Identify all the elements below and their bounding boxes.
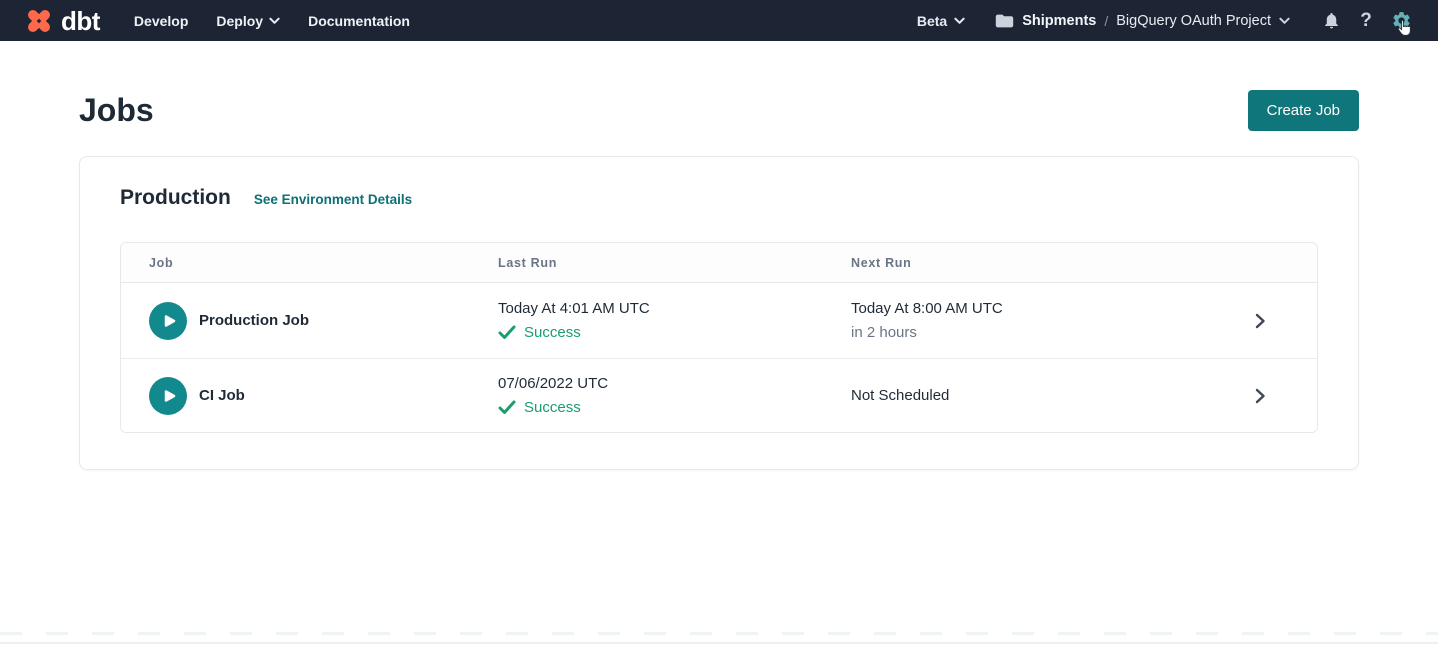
environment-header: Production See Environment Details xyxy=(120,184,1318,212)
dbt-logo-icon xyxy=(24,6,54,36)
nav-right-section: Beta Shipments / BigQuery OAuth Project xyxy=(917,10,1412,32)
run-status: Success xyxy=(498,398,851,418)
create-job-button[interactable]: Create Job xyxy=(1248,90,1359,131)
row-open-target[interactable] xyxy=(1202,388,1317,404)
page-header: Jobs Create Job xyxy=(79,90,1359,131)
dbt-wordmark: dbt xyxy=(61,8,100,34)
nav-item-deploy[interactable]: Deploy xyxy=(216,13,280,29)
chevron-down-icon xyxy=(954,17,965,25)
status-label: Success xyxy=(524,323,581,343)
column-header-next-run: Next Run xyxy=(851,256,1202,270)
jobs-table: Job Last Run Next Run Production Job Tod… xyxy=(120,242,1318,433)
nav-item-label: Develop xyxy=(134,13,188,29)
chevron-right-icon xyxy=(1252,388,1268,404)
run-job-button[interactable] xyxy=(149,302,187,340)
next-run-note: in 2 hours xyxy=(851,323,1202,343)
question-mark-icon: ? xyxy=(1360,11,1372,30)
help-button[interactable]: ? xyxy=(1355,10,1377,32)
settings-button[interactable] xyxy=(1390,10,1412,32)
last-run-time: Today At 4:01 AM UTC xyxy=(498,299,851,319)
last-run-cell: Today At 4:01 AM UTC Success xyxy=(498,299,851,343)
table-header-row: Job Last Run Next Run xyxy=(121,243,1317,283)
environment-card: Production See Environment Details Job L… xyxy=(79,156,1359,470)
check-icon xyxy=(498,400,516,415)
bottom-divider xyxy=(0,642,1438,644)
chevron-right-icon xyxy=(1252,313,1268,329)
see-environment-details-link[interactable]: See Environment Details xyxy=(254,192,412,207)
next-run-cell: Not Scheduled xyxy=(851,386,1202,406)
play-icon xyxy=(159,386,179,406)
nav-item-documentation[interactable]: Documentation xyxy=(308,13,410,29)
breadcrumb-account[interactable]: Shipments xyxy=(1022,13,1096,29)
column-header-last-run: Last Run xyxy=(498,256,851,270)
environment-name: Production xyxy=(120,184,231,212)
run-job-button[interactable] xyxy=(149,377,187,415)
next-run-time: Not Scheduled xyxy=(851,386,1202,406)
play-icon xyxy=(159,311,179,331)
main-content: Jobs Create Job Production See Environme… xyxy=(0,90,1438,470)
next-run-cell: Today At 8:00 AM UTC in 2 hours xyxy=(851,299,1202,343)
last-run-time: 07/06/2022 UTC xyxy=(498,374,851,394)
top-nav-bar: dbt Develop Deploy Documentation Beta Sh… xyxy=(0,0,1438,41)
last-run-cell: 07/06/2022 UTC Success xyxy=(498,374,851,418)
nav-item-develop[interactable]: Develop xyxy=(134,13,188,29)
beta-dropdown[interactable]: Beta xyxy=(917,13,965,29)
check-icon xyxy=(498,325,516,340)
row-open-target[interactable] xyxy=(1202,313,1317,329)
next-run-time: Today At 8:00 AM UTC xyxy=(851,299,1202,319)
nav-icon-row: ? xyxy=(1320,10,1412,32)
chevron-down-icon xyxy=(269,17,280,25)
primary-nav: Develop Deploy Documentation xyxy=(134,13,410,29)
table-row-production-job[interactable]: Production Job Today At 4:01 AM UTC Succ… xyxy=(121,283,1317,358)
breadcrumb: Shipments / BigQuery OAuth Project xyxy=(995,13,1290,29)
job-cell: CI Job xyxy=(121,377,498,415)
folder-icon xyxy=(995,13,1014,29)
bottom-dashed-divider xyxy=(0,632,1438,635)
bell-icon xyxy=(1322,10,1341,31)
breadcrumb-separator: / xyxy=(1104,13,1108,29)
run-status: Success xyxy=(498,323,851,343)
page-title: Jobs xyxy=(79,92,154,129)
mouse-cursor-pointer xyxy=(1395,19,1414,38)
notifications-button[interactable] xyxy=(1320,10,1342,32)
status-label: Success xyxy=(524,398,581,418)
nav-item-label: Documentation xyxy=(308,13,410,29)
nav-item-label: Deploy xyxy=(216,13,263,29)
column-header-job: Job xyxy=(121,256,498,270)
beta-label: Beta xyxy=(917,13,947,29)
job-cell: Production Job xyxy=(121,302,498,340)
job-name: Production Job xyxy=(199,312,309,329)
table-row-ci-job[interactable]: CI Job 07/06/2022 UTC Success Not Schedu… xyxy=(121,358,1317,432)
job-name: CI Job xyxy=(199,387,245,404)
chevron-down-icon[interactable] xyxy=(1279,17,1290,25)
breadcrumb-project-dropdown[interactable]: BigQuery OAuth Project xyxy=(1116,13,1271,29)
dbt-logo[interactable]: dbt xyxy=(24,6,100,36)
